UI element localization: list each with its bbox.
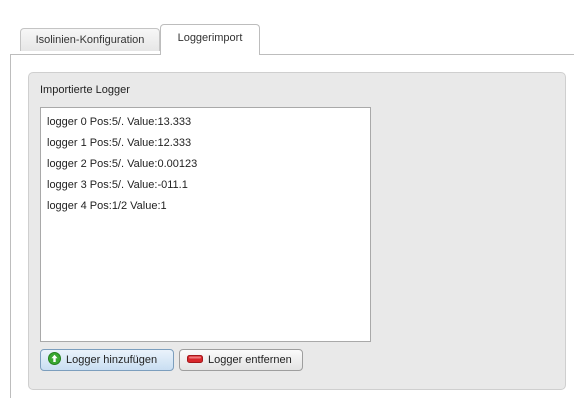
red-minus-icon (187, 354, 203, 366)
add-logger-label: Logger hinzufügen (66, 354, 158, 366)
tab-page-border (10, 54, 11, 398)
imported-loggers-group: Importierte Logger logger 0 Pos:5/. Valu… (28, 72, 566, 390)
add-logger-button[interactable]: Logger hinzufügen (40, 349, 174, 371)
tab-loggerimport[interactable]: Loggerimport (160, 24, 260, 55)
group-title: Importierte Logger (40, 84, 130, 96)
list-item[interactable]: logger 3 Pos:5/. Value:-011.1 (47, 175, 188, 196)
remove-logger-button[interactable]: Logger entfernen (179, 349, 303, 371)
list-item[interactable]: logger 1 Pos:5/. Value:12.333 (47, 133, 191, 154)
list-item[interactable]: logger 4 Pos:1/2 Value:1 (47, 196, 167, 217)
green-add-icon (48, 352, 61, 368)
list-item[interactable]: logger 2 Pos:5/. Value:0.00123 (47, 154, 197, 175)
tab-bar: Isolinien-Konfiguration Loggerimport (0, 0, 574, 55)
tab-isolinien-konfiguration[interactable]: Isolinien-Konfiguration (20, 28, 160, 51)
window: Isolinien-Konfiguration Loggerimport Imp… (0, 0, 574, 398)
logger-list[interactable]: logger 0 Pos:5/. Value:13.333 logger 1 P… (40, 107, 371, 342)
tab-divider (10, 54, 574, 55)
remove-logger-label: Logger entfernen (208, 354, 292, 366)
list-item[interactable]: logger 0 Pos:5/. Value:13.333 (47, 112, 191, 133)
